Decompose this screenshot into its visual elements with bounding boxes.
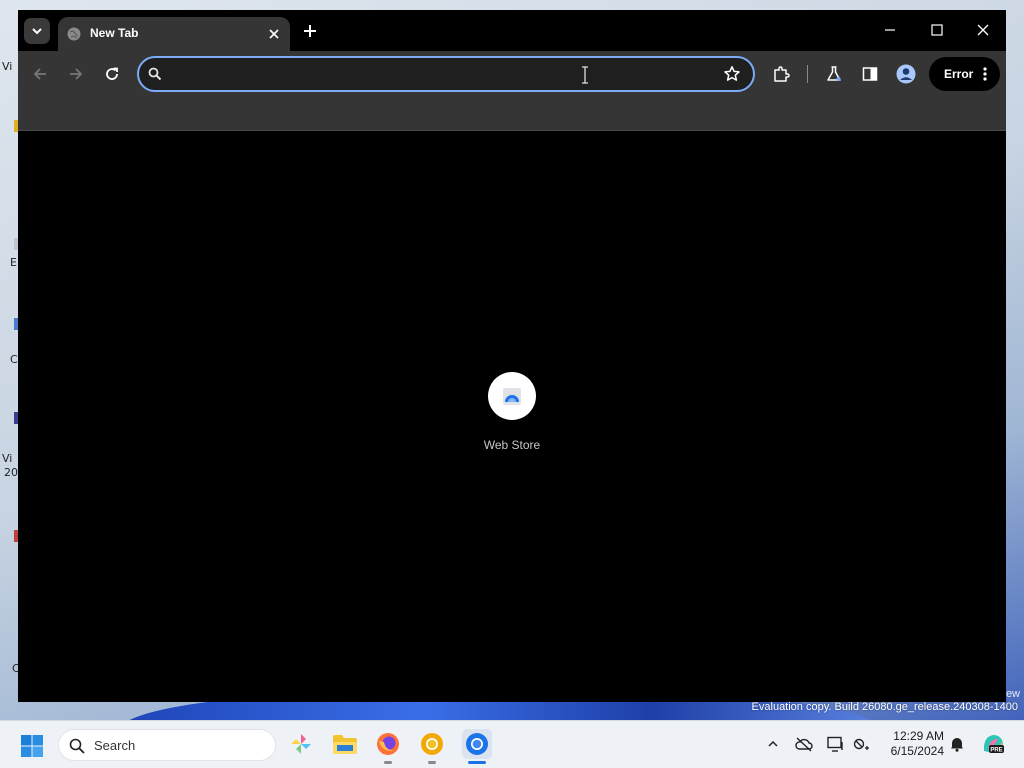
minimize-button[interactable] [875, 18, 905, 42]
browser-window: New Tab Error Web Store [18, 10, 1006, 702]
windows-start-icon[interactable] [20, 734, 44, 758]
arrow-left-icon [33, 68, 46, 80]
flask-icon [827, 66, 841, 81]
puzzle-icon [774, 66, 790, 82]
tray-onedrive[interactable] [795, 735, 813, 753]
forward-button[interactable] [64, 62, 88, 86]
maximize-icon [931, 24, 943, 36]
clock-date: 6/15/2024 [890, 744, 944, 758]
chevron-down-icon [32, 28, 42, 35]
reload-button[interactable] [100, 62, 124, 86]
running-indicator [428, 761, 436, 764]
tray-overflow-button[interactable] [764, 735, 782, 753]
chrome-icon [466, 733, 488, 755]
minimize-icon [885, 29, 895, 31]
shortcut-icon-circle [488, 372, 536, 420]
maximize-button[interactable] [922, 18, 952, 42]
watermark-tail: ew [1005, 688, 1020, 700]
address-bar[interactable] [137, 56, 755, 92]
new-tab-page: Web Store [18, 132, 1006, 702]
close-icon [269, 29, 279, 39]
reload-icon [106, 67, 118, 80]
search-icon [148, 67, 162, 81]
chevron-up-icon [768, 740, 778, 747]
tab-strip: New Tab [18, 10, 1006, 51]
notification-bell-icon [951, 738, 963, 752]
avatar-icon [896, 64, 916, 84]
extensions-button[interactable] [770, 63, 792, 85]
copilot-pre-icon: PRE [983, 735, 1004, 754]
taskbar-app-chrome[interactable] [462, 729, 492, 759]
taskbar: Search 12:29 AM 6/15/2024 PRE [0, 720, 1024, 768]
browser-toolbar: Error [18, 51, 1006, 97]
profile-error-label: Error [944, 67, 974, 81]
globe-icon [67, 27, 81, 41]
monitor-icon [827, 736, 843, 752]
shortcut-label: Web Store [483, 438, 541, 452]
active-indicator [468, 761, 486, 764]
profile-button[interactable] [895, 63, 917, 85]
side-panel-icon [862, 67, 878, 81]
arrow-right-icon [70, 68, 83, 80]
web-store-icon [503, 388, 521, 405]
taskbar-search-label: Search [94, 738, 136, 753]
taskbar-search-box[interactable]: Search [58, 729, 276, 761]
desktop-icon-label[interactable]: Vi [2, 60, 12, 73]
profile-error-chip[interactable]: Error [929, 57, 1000, 91]
plus-icon [304, 25, 316, 37]
taskbar-app-copilot[interactable] [287, 730, 315, 758]
tab-search-button[interactable] [24, 18, 50, 44]
side-panel-button[interactable] [859, 63, 881, 85]
address-input[interactable] [169, 62, 689, 86]
close-tab-button[interactable] [266, 26, 282, 42]
taskbar-app-file-explorer[interactable] [331, 730, 359, 758]
tray-copilot-pre[interactable]: PRE [980, 731, 1006, 757]
bookmark-star-icon[interactable] [723, 65, 741, 83]
cloud-off-icon [795, 737, 813, 752]
new-tab-button[interactable] [300, 21, 320, 41]
more-vertical-icon [983, 67, 987, 81]
labs-button[interactable] [823, 63, 845, 85]
network-icon [853, 738, 869, 750]
taskbar-app-firefox[interactable] [374, 730, 402, 758]
toolbar-divider [807, 65, 808, 83]
bookmarks-bar [18, 97, 1006, 131]
firefox-icon [377, 733, 399, 755]
tray-display[interactable] [827, 735, 845, 753]
folder-icon [333, 735, 357, 754]
desktop-icon-label[interactable]: 20 [4, 466, 18, 479]
clock-time: 12:29 AM [893, 729, 944, 743]
taskbar-clock[interactable]: 12:29 AM 6/15/2024 [880, 729, 944, 759]
tab-title: New Tab [90, 26, 139, 40]
back-button[interactable] [28, 62, 52, 86]
pinwheel-app-icon [291, 734, 311, 754]
shortcut-web-store[interactable]: Web Store [468, 372, 556, 462]
svg-text:PRE: PRE [990, 748, 1002, 754]
evaluation-watermark: Evaluation copy. Build 26080.ge_release.… [751, 701, 1018, 713]
desktop-icon-label[interactable]: C [10, 353, 18, 366]
taskbar-app-chrome-canary[interactable] [418, 730, 446, 758]
search-icon [69, 738, 85, 754]
tab-new-tab[interactable]: New Tab [58, 17, 290, 51]
chrome-canary-icon [421, 733, 443, 755]
text-cursor-icon [582, 66, 588, 84]
close-window-button[interactable] [968, 18, 998, 42]
tray-network[interactable] [853, 735, 871, 753]
tray-notifications[interactable] [948, 735, 966, 753]
desktop-icon-label[interactable]: Vi [2, 452, 12, 465]
desktop-icon-label[interactable]: E [10, 256, 17, 269]
running-indicator [384, 761, 392, 764]
close-icon [977, 24, 989, 36]
